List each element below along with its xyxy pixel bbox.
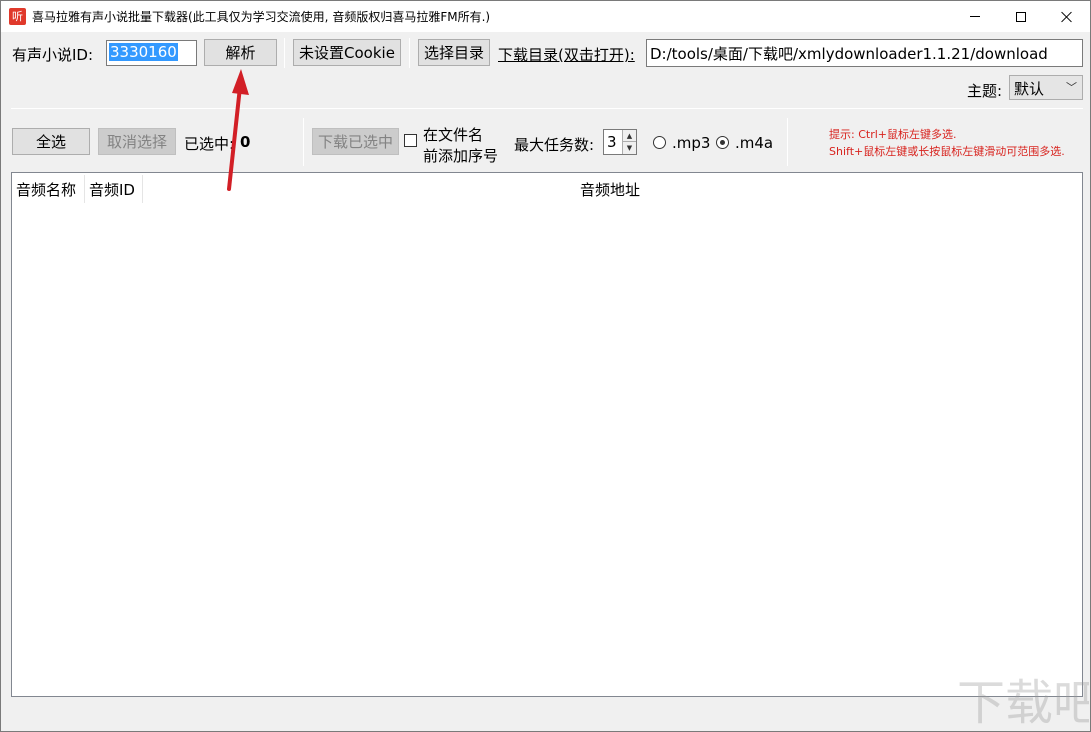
album-id-input[interactable]: 3330160 (106, 40, 197, 66)
column-header-name[interactable]: 音频名称 (16, 179, 76, 200)
watermark-logo: 下载吧 (957, 675, 1089, 731)
prefix-index-checkbox[interactable] (404, 134, 417, 147)
column-header-id[interactable]: 音频ID (89, 179, 135, 200)
separator (787, 118, 788, 166)
theme-select[interactable]: 默认 ﹀ (1009, 75, 1083, 100)
title-bar: 听 喜马拉雅有声小说批量下载器(此工具仅为学习交流使用, 音频版权归喜马拉雅FM… (1, 1, 1090, 32)
separator (409, 38, 410, 68)
mp3-radio-label: .mp3 (672, 134, 711, 152)
theme-label: 主题: (967, 82, 1003, 100)
arrow-shaft (227, 85, 242, 191)
close-icon (1061, 11, 1073, 23)
deselect-button[interactable]: 取消选择 (98, 128, 176, 155)
arrow-head (232, 69, 249, 95)
m4a-radio-label: .m4a (735, 134, 774, 152)
mp3-radio[interactable] (653, 136, 666, 149)
spinner-controls[interactable]: ▲ ▼ (622, 130, 636, 154)
max-tasks-value: 3 (607, 133, 617, 151)
prefix-checkbox-label-line1: 在文件名 (423, 126, 484, 144)
m4a-radio[interactable] (716, 136, 729, 149)
album-id-label: 有声小说ID: (12, 46, 94, 64)
parse-button[interactable]: 解析 (204, 39, 277, 66)
chevron-down-icon: ﹀ (1066, 81, 1077, 94)
maximize-icon (1016, 11, 1026, 22)
theme-value: 默认 (1014, 80, 1045, 98)
annotation-arrow (227, 69, 249, 191)
horizontal-divider (11, 108, 1083, 109)
column-header-url[interactable]: 音频地址 (580, 179, 640, 200)
album-id-value: 3330160 (109, 43, 178, 61)
spinner-up-icon[interactable]: ▲ (623, 130, 636, 142)
window-title: 喜马拉雅有声小说批量下载器(此工具仅为学习交流使用, 音频版权归喜马拉雅FM所有… (32, 10, 491, 24)
close-button[interactable] (1044, 1, 1090, 32)
cookie-button[interactable]: 未设置Cookie (293, 39, 401, 66)
watermark-text: 下载吧 (957, 675, 1089, 731)
app-window: 听 喜马拉雅有声小说批量下载器(此工具仅为学习交流使用, 音频版权归喜马拉雅FM… (0, 0, 1091, 732)
choose-directory-button[interactable]: 选择目录 (418, 39, 490, 66)
column-divider[interactable] (142, 175, 143, 203)
max-tasks-label: 最大任务数: (514, 136, 595, 154)
maximize-button[interactable] (998, 1, 1044, 32)
separator (284, 38, 285, 68)
audio-list[interactable]: 音频名称 音频ID 音频地址 (11, 172, 1083, 697)
minimize-button[interactable] (952, 1, 998, 32)
prefix-checkbox-label-line2: 前添加序号 (423, 147, 499, 165)
select-all-button[interactable]: 全选 (12, 128, 90, 155)
hint-line-1: 提示: Ctrl+鼠标左键多选. (829, 128, 957, 141)
column-divider[interactable] (84, 175, 85, 203)
app-icon: 听 (9, 8, 26, 25)
download-directory-field[interactable]: D:/tools/桌面/下载吧/xmlydownloader1.1.21/dow… (646, 39, 1083, 67)
download-directory-link[interactable]: 下载目录(双击打开): (498, 44, 635, 65)
max-tasks-spinner[interactable]: 3 ▲ ▼ (603, 129, 637, 155)
download-selected-button[interactable]: 下载已选中 (312, 128, 399, 155)
separator (303, 118, 304, 166)
spinner-down-icon[interactable]: ▼ (623, 142, 636, 154)
hint-line-2: Shift+鼠标左键或长按鼠标左键滑动可范围多选. (829, 145, 1065, 158)
minimize-icon (970, 16, 980, 17)
